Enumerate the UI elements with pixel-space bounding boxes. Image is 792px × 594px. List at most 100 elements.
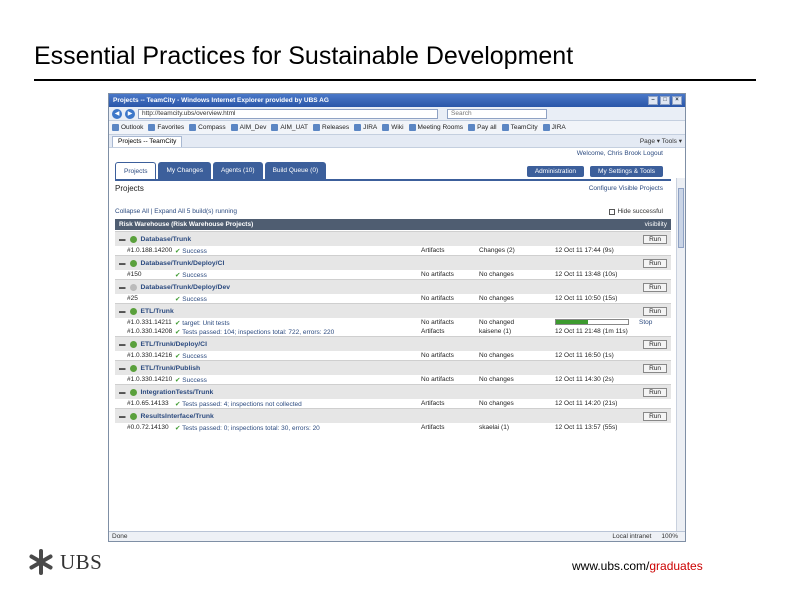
build-artifacts[interactable]: No artifacts: [421, 319, 454, 326]
build-number[interactable]: #1.0.330.14210: [127, 376, 172, 383]
build-config-row[interactable]: ▬ ETL/Trunk Run: [115, 303, 671, 318]
action-my-settings-tools[interactable]: My Settings & Tools: [590, 166, 663, 177]
collapse-icon[interactable]: ▬: [119, 389, 126, 396]
run-button[interactable]: Run: [643, 306, 667, 316]
back-icon[interactable]: ◀: [112, 108, 122, 119]
search-input[interactable]: Search: [447, 108, 547, 119]
build-config-name[interactable]: Database/Trunk/Deploy/CI: [141, 260, 225, 267]
collapse-icon[interactable]: ▬: [119, 308, 126, 315]
build-changes[interactable]: No changes: [479, 295, 514, 302]
run-button[interactable]: Run: [643, 411, 667, 421]
build-status[interactable]: ✔ Tests passed: 104; inspections total: …: [175, 328, 334, 336]
build-config-name[interactable]: Database/Trunk: [141, 236, 192, 243]
stop-build-link[interactable]: Stop: [639, 319, 652, 326]
build-config-row[interactable]: ▬ ETL/Trunk/Deploy/CI Run: [115, 336, 671, 351]
build-artifacts[interactable]: Artifacts: [421, 400, 444, 407]
build-changes[interactable]: No changes: [479, 271, 514, 278]
build-number[interactable]: #1.0.330.14208: [127, 328, 172, 335]
user-links[interactable]: Welcome, Chris Brook Logout: [577, 150, 663, 157]
build-changes[interactable]: kaisene (1): [479, 328, 511, 335]
build-number[interactable]: #1.0.65.14133: [127, 400, 169, 407]
build-changes[interactable]: skaelai (1): [479, 424, 509, 431]
build-config-name[interactable]: ETL/Trunk/Publish: [141, 365, 201, 372]
build-number[interactable]: #0.0.72.14130: [127, 424, 169, 431]
favorite-link[interactable]: Wiki: [382, 124, 404, 131]
collapse-icon[interactable]: ▬: [119, 260, 126, 267]
collapse-icon[interactable]: ▬: [119, 341, 126, 348]
footer-url[interactable]: www.ubs.com/graduates: [572, 559, 703, 573]
build-status[interactable]: ✔ Tests passed: 4; inspections not colle…: [175, 400, 302, 408]
minimize-icon[interactable]: –: [648, 96, 658, 105]
favorite-link[interactable]: AIM_Dev: [230, 124, 266, 131]
browser-tab[interactable]: Projects -- TeamCity: [112, 135, 183, 147]
browser-tools[interactable]: Page ▾ Tools ▾: [640, 137, 682, 145]
favorite-link[interactable]: Outlook: [112, 124, 143, 131]
favorite-link[interactable]: Compass: [189, 124, 226, 131]
build-config-name[interactable]: IntegrationTests/Trunk: [141, 389, 214, 396]
build-number[interactable]: #1.0.188.14200: [127, 247, 172, 254]
build-artifacts[interactable]: Artifacts: [421, 424, 444, 431]
run-button[interactable]: Run: [643, 363, 667, 373]
group-visibility[interactable]: visibility: [645, 219, 671, 230]
build-config-name[interactable]: ResultsInterface/Trunk: [141, 413, 214, 420]
build-number[interactable]: #150: [127, 271, 141, 278]
tab-build-queue-0[interactable]: Build Queue (0): [264, 162, 327, 179]
build-status[interactable]: ✔ Tests passed: 0; inspections total: 30…: [175, 424, 320, 432]
favorite-link[interactable]: Meeting Rooms: [408, 124, 463, 131]
zoom-level[interactable]: 100%: [661, 533, 678, 540]
build-status[interactable]: ✔ Success: [175, 271, 207, 279]
vertical-scrollbar[interactable]: [676, 178, 685, 531]
collapse-icon[interactable]: ▬: [119, 365, 126, 372]
collapse-icon[interactable]: ▬: [119, 413, 126, 420]
build-number[interactable]: #1.0.331.14211: [127, 319, 172, 326]
configure-visible-projects-link[interactable]: Configure Visible Projects: [589, 185, 663, 192]
build-changes[interactable]: No changes: [479, 376, 514, 383]
build-changes[interactable]: No changes: [479, 400, 514, 407]
run-button[interactable]: Run: [643, 339, 667, 349]
favorite-link[interactable]: JIRA: [354, 124, 377, 131]
build-changes[interactable]: No changed: [479, 319, 514, 326]
collapse-icon[interactable]: ▬: [119, 284, 126, 291]
action-administration[interactable]: Administration: [526, 166, 585, 177]
build-status[interactable]: ✔ Success: [175, 247, 207, 255]
build-artifacts[interactable]: No artifacts: [421, 376, 454, 383]
build-config-name[interactable]: ETL/Trunk: [141, 308, 174, 315]
build-artifacts[interactable]: Artifacts: [421, 328, 444, 335]
build-status[interactable]: ✔ Success: [175, 295, 207, 303]
forward-icon[interactable]: ▶: [125, 108, 135, 119]
build-status[interactable]: ✔ target: Unit tests: [175, 319, 230, 327]
run-button[interactable]: Run: [643, 234, 667, 244]
build-number[interactable]: #25: [127, 295, 138, 302]
collapse-icon[interactable]: ▬: [119, 236, 126, 243]
run-button[interactable]: Run: [643, 282, 667, 292]
build-config-row[interactable]: ▬ Database/Trunk/Deploy/Dev Run: [115, 279, 671, 294]
build-number[interactable]: #1.0.330.14216: [127, 352, 172, 359]
build-artifacts[interactable]: No artifacts: [421, 295, 454, 302]
hide-successful-toggle[interactable]: Hide successful: [609, 208, 663, 215]
build-config-row[interactable]: ▬ Database/Trunk Run: [115, 231, 671, 246]
build-changes[interactable]: No changes: [479, 352, 514, 359]
favorite-link[interactable]: Pay all: [468, 124, 497, 131]
favorite-link[interactable]: Releases: [313, 124, 349, 131]
favorite-link[interactable]: TeamCity: [501, 124, 538, 131]
build-config-row[interactable]: ▬ Database/Trunk/Deploy/CI Run: [115, 255, 671, 270]
collapse-expand-links[interactable]: Collapse All | Expand All 5 build(s) run…: [115, 208, 237, 215]
build-config-row[interactable]: ▬ ETL/Trunk/Publish Run: [115, 360, 671, 375]
hide-successful-checkbox[interactable]: [609, 208, 616, 215]
build-config-name[interactable]: ETL/Trunk/Deploy/CI: [141, 341, 207, 348]
tab-my-changes[interactable]: My Changes: [158, 162, 211, 179]
tab-projects[interactable]: Projects: [115, 162, 157, 179]
build-artifacts[interactable]: No artifacts: [421, 352, 454, 359]
build-changes[interactable]: Changes (2): [479, 247, 515, 254]
build-artifacts[interactable]: Artifacts: [421, 247, 444, 254]
favorite-link[interactable]: Favorites: [148, 124, 184, 131]
run-button[interactable]: Run: [643, 387, 667, 397]
build-config-row[interactable]: ▬ IntegrationTests/Trunk Run: [115, 384, 671, 399]
close-icon[interactable]: ×: [672, 96, 682, 105]
favorite-link[interactable]: JIRA: [542, 124, 566, 131]
favorite-link[interactable]: AIM_UAT: [271, 124, 308, 131]
build-config-row[interactable]: ▬ ResultsInterface/Trunk Run: [115, 408, 671, 423]
tab-agents-10[interactable]: Agents (10): [212, 162, 263, 179]
address-input[interactable]: http://teamcity.ubs/overview.html: [138, 108, 438, 119]
build-config-name[interactable]: Database/Trunk/Deploy/Dev: [141, 284, 231, 291]
